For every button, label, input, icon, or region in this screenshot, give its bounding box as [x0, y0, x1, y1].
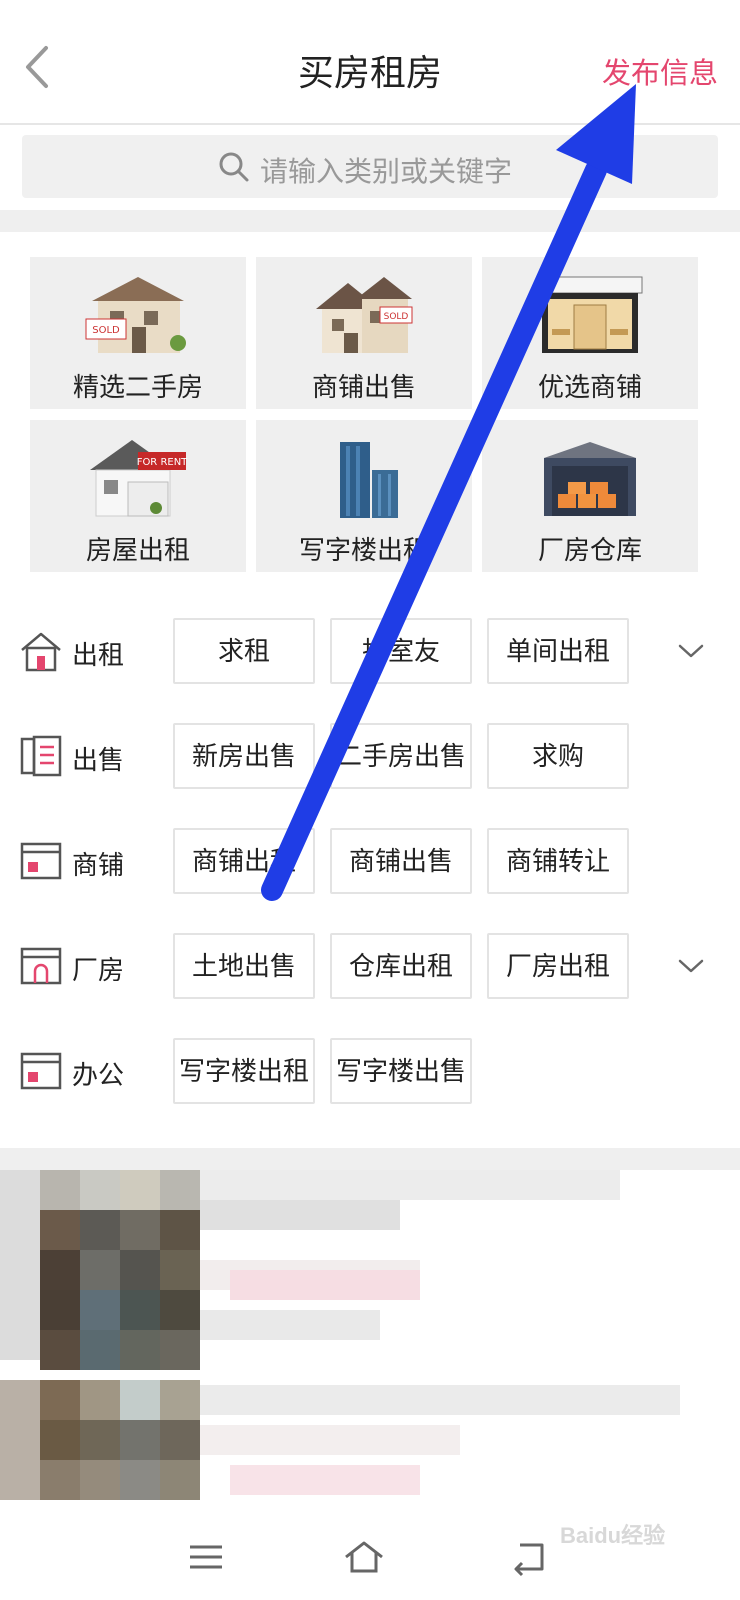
chip-shop-rent[interactable]: 商铺出租	[173, 828, 315, 894]
category-card-featured-resale[interactable]: SOLD 精选二手房	[30, 257, 246, 409]
house-sold-icon: SOLD	[85, 277, 186, 353]
chip-office-sale[interactable]: 写字楼出售	[330, 1038, 472, 1104]
category-card-shop-sale[interactable]: SOLD 商铺出售	[256, 257, 472, 409]
factory-outline-icon	[20, 947, 62, 985]
villa-sold-icon: SOLD	[316, 277, 413, 353]
svg-text:FOR RENT: FOR RENT	[137, 457, 188, 468]
category-card-preferred-shop[interactable]: 优选商铺	[482, 257, 698, 409]
row-label: 出租	[72, 640, 125, 670]
office-outline-icon	[20, 1052, 62, 1090]
category-label: 优选商铺	[537, 372, 642, 402]
search-placeholder: 请输入类别或关键字	[260, 156, 513, 187]
chip-land-sale[interactable]: 土地出售	[173, 933, 315, 999]
row-label: 厂房	[72, 955, 125, 985]
search-icon	[219, 152, 249, 182]
chip-office-rent[interactable]: 写字楼出租	[173, 1038, 315, 1104]
row-rent: 出租 求租 找室友 单间出租	[0, 618, 740, 684]
house-outline-icon	[21, 632, 61, 672]
chip-seek-rent[interactable]: 求租	[173, 618, 315, 684]
row-label: 商铺	[72, 850, 125, 880]
chip-single-room-rent[interactable]: 单间出租	[487, 618, 629, 684]
publish-info-button[interactable]: 发布信息	[602, 50, 718, 92]
chip-seek-buy[interactable]: 求购	[487, 723, 629, 789]
search-input[interactable]: 请输入类别或关键字	[22, 135, 718, 198]
chip-shop-sale[interactable]: 商铺出售	[330, 828, 472, 894]
category-card-house-rent[interactable]: FOR RENT 房屋出租	[30, 420, 246, 572]
row-label: 办公	[72, 1060, 125, 1090]
category-label: 厂房仓库	[537, 535, 642, 565]
svg-text:SOLD: SOLD	[92, 325, 120, 336]
row-office: 办公 写字楼出租 写字楼出售	[0, 1038, 740, 1104]
section-divider	[0, 1148, 740, 1170]
document-outline-icon	[20, 735, 62, 777]
category-card-factory-warehouse[interactable]: 厂房仓库	[482, 420, 698, 572]
blurred-listings	[0, 1170, 740, 1515]
row-sale: 出售 新房出售 二手房出售 求购	[0, 723, 740, 789]
office-tower-icon	[340, 442, 398, 518]
chip-new-house-sale[interactable]: 新房出售	[173, 723, 315, 789]
category-card-office-rent[interactable]: 写字楼出租	[256, 420, 472, 572]
row-label: 出售	[72, 745, 125, 775]
header-bar: 买房租房 发布信息	[0, 0, 740, 125]
category-label: 精选二手房	[72, 372, 203, 402]
chevron-down-icon[interactable]	[676, 636, 706, 666]
row-shop: 商铺 商铺出租 商铺出售 商铺转让	[0, 828, 740, 894]
chip-warehouse-rent[interactable]: 仓库出租	[330, 933, 472, 999]
warehouse-icon	[544, 442, 636, 516]
chip-factory-rent[interactable]: 厂房出租	[487, 933, 629, 999]
house-for-rent-icon: FOR RENT	[90, 440, 188, 517]
chip-shop-transfer[interactable]: 商铺转让	[487, 828, 629, 894]
home-icon[interactable]	[342, 1535, 386, 1579]
baidu-watermark: Baidu经验	[560, 1523, 666, 1548]
svg-text:SOLD: SOLD	[384, 312, 409, 322]
storefront-icon	[537, 276, 643, 353]
category-label: 写字楼出租	[298, 535, 429, 565]
category-label: 商铺出售	[311, 372, 416, 402]
category-label: 房屋出租	[85, 535, 190, 565]
row-factory: 厂房 土地出售 仓库出租 厂房出租	[0, 933, 740, 999]
shop-outline-icon	[20, 842, 62, 880]
section-divider	[0, 210, 740, 232]
menu-icon[interactable]	[184, 1535, 228, 1579]
chip-resale-house[interactable]: 二手房出售	[330, 723, 472, 789]
back-icon[interactable]	[508, 1535, 552, 1579]
chevron-down-icon[interactable]	[676, 951, 706, 981]
search-section: 请输入类别或关键字	[0, 125, 740, 210]
chip-find-roommate[interactable]: 找室友	[330, 618, 472, 684]
